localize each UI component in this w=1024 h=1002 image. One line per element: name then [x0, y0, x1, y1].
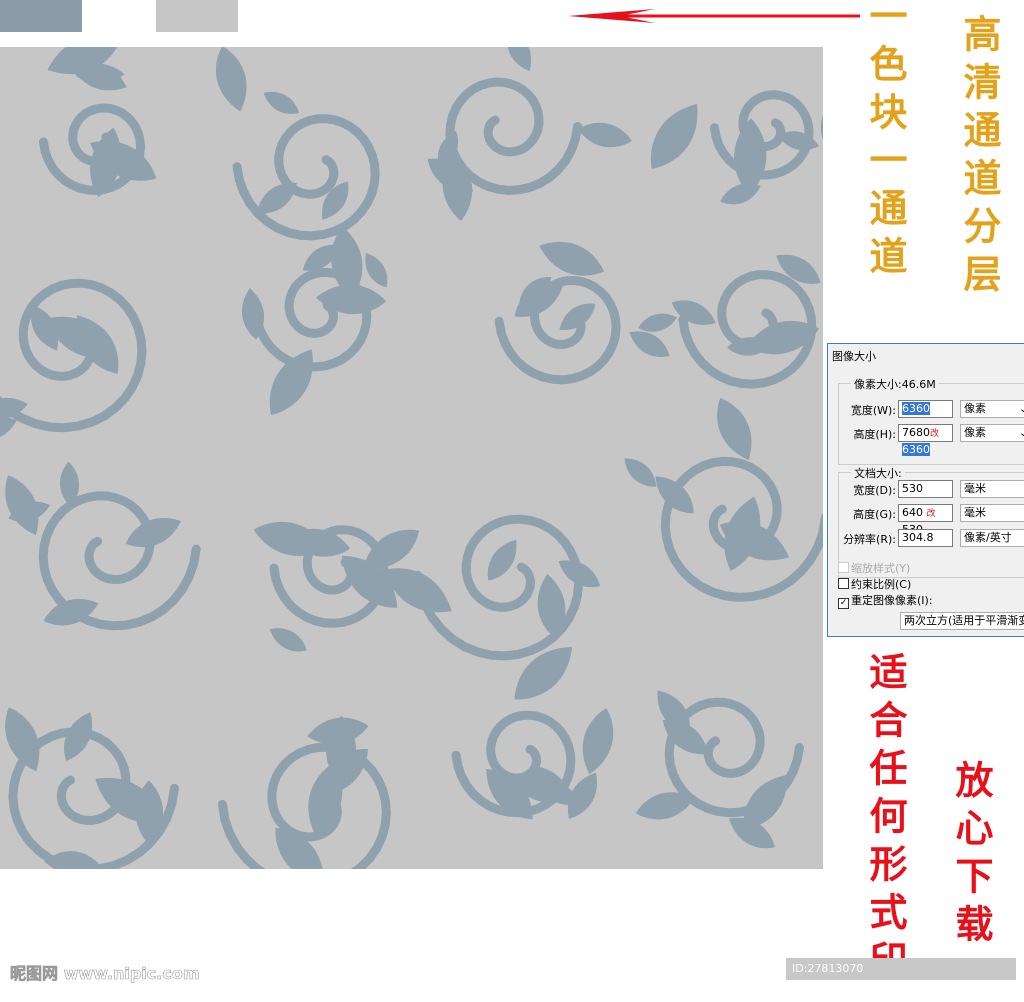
dialog-title: 图像大小	[832, 350, 876, 363]
doc-width-unit-select[interactable]: 毫米	[960, 480, 1024, 498]
height-unit-select[interactable]: 像素 ⌄	[960, 424, 1024, 442]
constrain-proportions-checkbox[interactable]: 约束比例(C)	[838, 576, 911, 592]
image-size-dialog: 图像大小 像素大小:46.6M 宽度(W): 6360 像素 ⌄ 高度(H): …	[827, 343, 1024, 637]
doc-width-label: 宽度(D):	[853, 484, 896, 497]
resample-checkbox[interactable]: ✓ 重定图像像素(I):	[838, 592, 933, 609]
floral-pattern	[0, 47, 823, 869]
caption-any-print: 适合任何形式印	[863, 652, 908, 988]
resolution-unit-select[interactable]: 像素/英寸	[960, 529, 1024, 547]
caption-one-color-one-channel: 一色块一通道	[863, 0, 908, 284]
doc-width-input[interactable]: 530	[898, 480, 953, 498]
caption-hd-channel-layers: 高清通道分层	[957, 14, 1002, 302]
light-color-swatch	[156, 0, 238, 32]
site-watermark: 昵图网 www.nipic.com	[10, 964, 200, 984]
width-label: 宽度(W):	[850, 404, 896, 417]
doc-height-label: 高度(G):	[853, 508, 896, 521]
resolution-input[interactable]: 304.8	[898, 529, 953, 547]
width-input[interactable]: 6360	[898, 400, 953, 418]
scale-styles-checkbox[interactable]: 缩放样式(Y)	[838, 560, 910, 576]
caption-download: 放心下载	[949, 760, 994, 952]
pixel-group-label: 像素大小:46.6M	[851, 376, 939, 392]
resample-method-select[interactable]: 两次立方(适用于平滑渐变	[900, 612, 1024, 630]
dark-color-swatch	[0, 0, 82, 32]
red-arrow	[568, 9, 860, 23]
height-input[interactable]: 7680改6360	[898, 424, 953, 456]
doc-group-label: 文档大小:	[851, 465, 905, 481]
doc-height-input[interactable]: 640 改 530	[898, 504, 953, 536]
doc-height-unit-select[interactable]: 毫米	[960, 504, 1024, 522]
resolution-label: 分辨率(R):	[843, 533, 896, 546]
height-label: 高度(H):	[853, 428, 896, 441]
image-id-bar: ID:27813070 NO:20201115165822741030	[786, 958, 1016, 997]
width-unit-select[interactable]: 像素 ⌄	[960, 400, 1024, 418]
